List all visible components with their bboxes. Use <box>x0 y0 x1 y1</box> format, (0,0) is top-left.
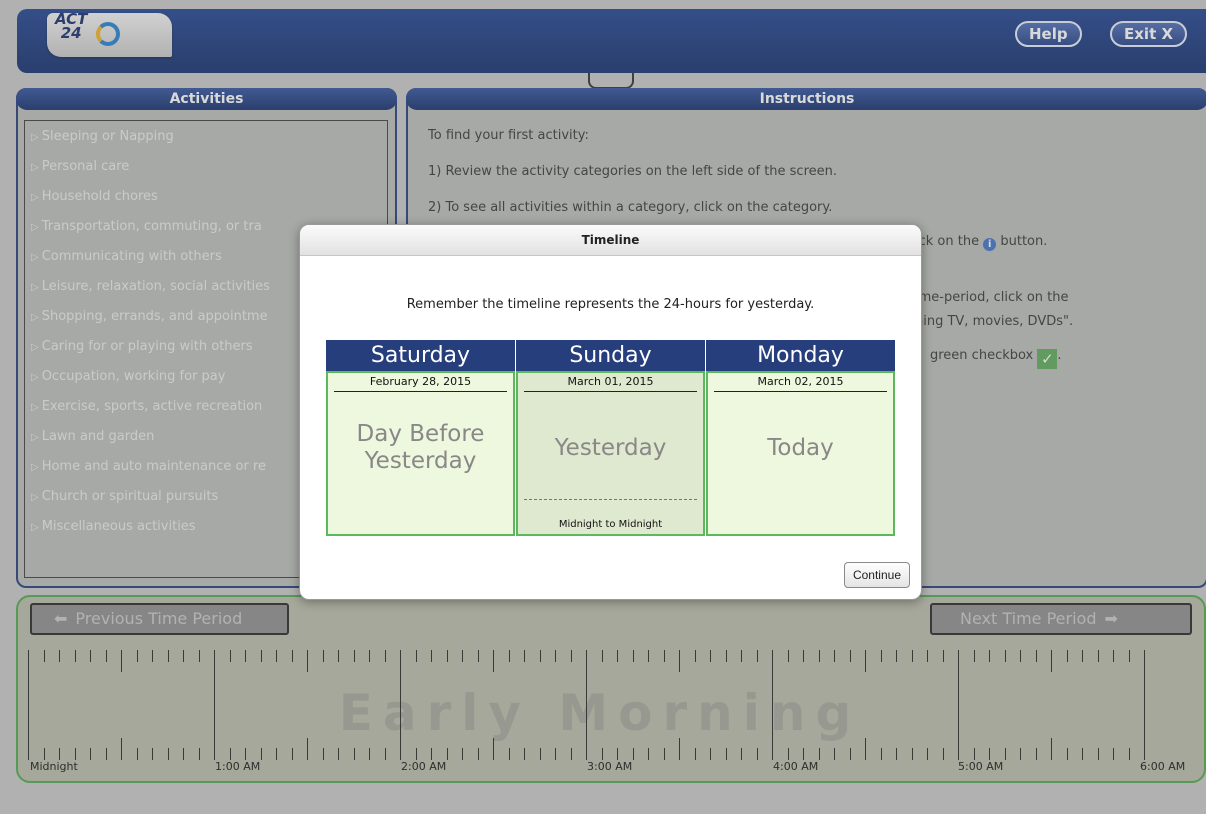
day-name: Monday <box>706 340 895 371</box>
timeline-dialog: Timeline Remember the timeline represent… <box>299 224 922 600</box>
days-table: Saturday February 28, 2015 Day Before Ye… <box>326 340 895 536</box>
day-date: February 28, 2015 <box>334 373 507 392</box>
day-column-monday: Monday March 02, 2015 Today <box>706 340 895 536</box>
day-name: Sunday <box>516 340 705 371</box>
day-date: March 01, 2015 <box>524 373 697 392</box>
day-column-saturday: Saturday February 28, 2015 Day Before Ye… <box>326 340 515 536</box>
mini-timeline <box>524 499 697 506</box>
day-note: Midnight to Midnight <box>558 519 663 530</box>
day-name: Saturday <box>326 340 515 371</box>
day-label: Today <box>767 435 834 461</box>
day-column-sunday: Sunday March 01, 2015 Yesterday Midnight… <box>516 340 705 536</box>
day-label: Day Before Yesterday <box>356 421 485 474</box>
dialog-message: Remember the timeline represents the 24-… <box>406 297 815 312</box>
continue-button[interactable]: Continue <box>843 562 910 588</box>
day-body: March 01, 2015 Yesterday Midnight to Mid… <box>516 371 705 536</box>
day-date: March 02, 2015 <box>714 373 887 392</box>
day-label: Yesterday <box>554 435 667 461</box>
day-body: March 02, 2015 Today <box>706 371 895 536</box>
dialog-title: Timeline <box>300 225 921 256</box>
day-body: February 28, 2015 Day Before Yesterday <box>326 371 515 536</box>
